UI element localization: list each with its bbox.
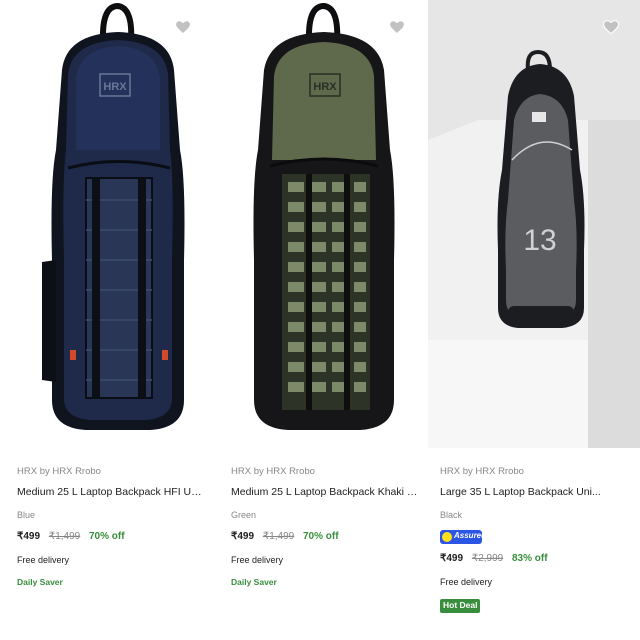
product-grid: HRX HRX by HRX Rrobo Medium 25 L Laptop … (0, 0, 640, 640)
product-title[interactable]: Medium 25 L Laptop Backpack Khaki Unisex… (231, 486, 418, 500)
product-color: Green (231, 510, 257, 520)
product-discount: 70% off (89, 531, 125, 542)
heart-icon[interactable] (174, 18, 192, 36)
product-image[interactable]: 13 (428, 0, 640, 448)
svg-text:HRX: HRX (103, 81, 127, 93)
backpack-image: HRX (253, 2, 395, 430)
product-discount: 83% off (512, 553, 548, 564)
backpack-image: HRX (42, 2, 185, 430)
backpack-image: 13 (428, 0, 640, 448)
product-brand: HRX by HRX Rrobo (17, 466, 101, 477)
delivery-text: Free delivery (17, 555, 70, 565)
svg-text:13: 13 (523, 224, 556, 257)
price-row: ₹499 ₹1,499 70% off (17, 531, 204, 545)
product-brand: HRX by HRX Rrobo (231, 466, 315, 477)
product-card[interactable]: HRX HRX by HRX Rrobo Medium 25 L Laptop … (0, 0, 212, 640)
heart-icon[interactable] (602, 18, 620, 36)
delivery-text: Free delivery (440, 577, 493, 587)
product-info: HRX by HRX Rrobo Large 35 L Laptop Backp… (440, 466, 632, 613)
heart-icon[interactable] (388, 18, 406, 36)
product-image[interactable]: HRX (214, 0, 426, 448)
assured-badge: Assured (440, 530, 486, 544)
product-price: ₹499 (17, 531, 41, 542)
product-mrp: ₹1,499 (262, 531, 295, 542)
product-info: HRX by HRX Rrobo Medium 25 L Laptop Back… (17, 466, 204, 589)
svg-text:HRX: HRX (313, 81, 337, 93)
assured-label: Assured (454, 531, 487, 540)
deal-badge: Daily Saver (231, 577, 277, 587)
product-card[interactable]: 13 HRX by HRX Rrobo Large 35 L Laptop Ba… (428, 0, 640, 640)
product-mrp: ₹1,499 (48, 531, 81, 542)
product-color: Blue (17, 510, 36, 520)
deal-badge: Hot Deal (440, 599, 481, 613)
product-price: ₹499 (231, 531, 255, 542)
product-mrp: ₹2,999 (471, 553, 504, 564)
product-title[interactable]: Large 35 L Laptop Backpack Uni... (440, 486, 632, 500)
deal-badge: Daily Saver (17, 577, 63, 587)
product-title[interactable]: Medium 25 L Laptop Backpack HFI Unisex b… (17, 486, 204, 500)
product-image[interactable]: HRX (0, 0, 212, 448)
assured-check-icon (442, 532, 452, 542)
product-price: ₹499 (440, 553, 464, 564)
price-row: ₹499 ₹2,999 83% off (440, 553, 632, 567)
product-card[interactable]: HRX HRX by HRX Rrobo Medium 25 L Laptop … (214, 0, 426, 640)
product-info: HRX by HRX Rrobo Medium 25 L Laptop Back… (231, 466, 418, 589)
delivery-text: Free delivery (231, 555, 284, 565)
price-row: ₹499 ₹1,499 70% off (231, 531, 418, 545)
product-brand: HRX by HRX Rrobo (440, 466, 524, 477)
product-discount: 70% off (303, 531, 339, 542)
product-color: Black (440, 510, 463, 520)
